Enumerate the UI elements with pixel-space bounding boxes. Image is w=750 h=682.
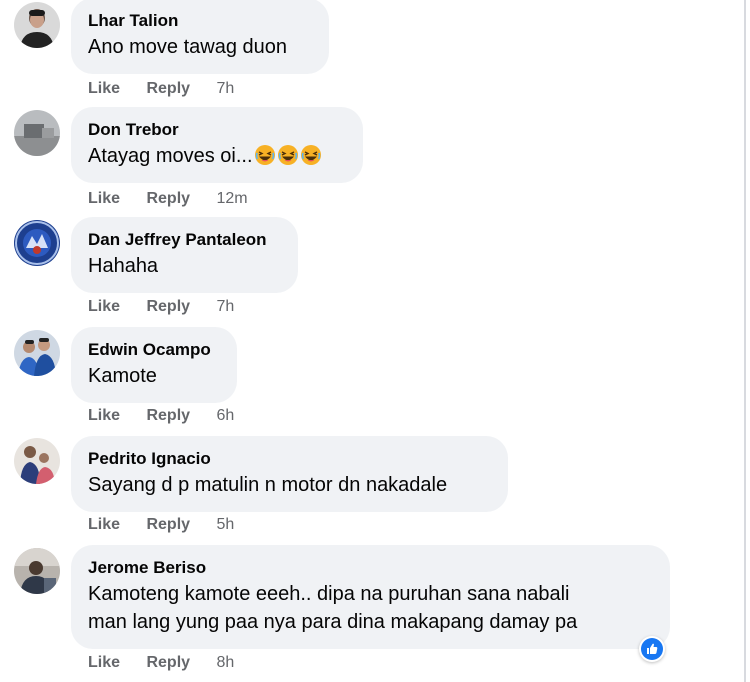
- avatar[interactable]: [14, 220, 60, 266]
- laughing-emoji-icon: [254, 145, 275, 165]
- like-button[interactable]: Like: [88, 654, 120, 671]
- like-button[interactable]: Like: [88, 298, 120, 315]
- comment-actions: Like Reply 7h: [88, 80, 234, 98]
- reply-button[interactable]: Reply: [146, 516, 190, 533]
- comment-text: Ano move tawag duon: [88, 36, 288, 58]
- comment-text-line: Kamoteng kamote eeeh.. dipa na puruhan s…: [88, 583, 570, 605]
- comment-actions: Like Reply 8h: [88, 654, 234, 672]
- comment-author[interactable]: Lhar Talion: [88, 11, 312, 31]
- avatar[interactable]: [14, 548, 60, 594]
- laughing-emoji-icon: [277, 145, 298, 165]
- like-button[interactable]: Like: [88, 407, 120, 424]
- reply-button[interactable]: Reply: [146, 80, 190, 97]
- comment-timestamp[interactable]: 6h: [217, 407, 235, 424]
- comment-author[interactable]: Jerome Beriso: [88, 558, 653, 578]
- avatar[interactable]: [14, 110, 60, 156]
- reply-button[interactable]: Reply: [146, 190, 190, 207]
- comment-text: Sayang d p matulin n motor dn nakadale: [88, 474, 448, 496]
- comment-author[interactable]: Edwin Ocampo: [88, 340, 220, 360]
- comment-actions: Like Reply 5h: [88, 516, 234, 534]
- comment-timestamp[interactable]: 7h: [217, 298, 235, 315]
- comment-bubble: Pedrito Ignacio Sayang d p matulin n mot…: [71, 436, 508, 512]
- avatar[interactable]: [14, 438, 60, 484]
- comment-bubble: Don Trebor Atayag moves oi...: [71, 107, 363, 183]
- avatar[interactable]: [14, 330, 60, 376]
- comment-bubble: Lhar Talion Ano move tawag duon: [71, 0, 329, 74]
- comment-timestamp[interactable]: 5h: [217, 516, 235, 533]
- reaction-count[interactable]: [639, 636, 665, 662]
- comment-actions: Like Reply 12m: [88, 190, 248, 208]
- reply-button[interactable]: Reply: [146, 298, 190, 315]
- comment-author[interactable]: Don Trebor: [88, 120, 346, 140]
- comment-actions: Like Reply 6h: [88, 407, 234, 425]
- comment-bubble: Jerome Beriso Kamoteng kamote eeeh.. dip…: [71, 545, 670, 649]
- comment-text: Kamote: [88, 365, 157, 387]
- comment-author[interactable]: Dan Jeffrey Pantaleon: [88, 230, 281, 250]
- comment-bubble: Dan Jeffrey Pantaleon Hahaha: [71, 217, 298, 293]
- comments-panel: Lhar Talion Ano move tawag duon Like Rep…: [0, 0, 750, 682]
- comment-timestamp[interactable]: 12m: [217, 190, 248, 207]
- comment-text: Atayag moves oi...: [88, 142, 346, 170]
- comment-actions: Like Reply 7h: [88, 298, 234, 316]
- reply-button[interactable]: Reply: [146, 654, 190, 671]
- reply-button[interactable]: Reply: [146, 407, 190, 424]
- like-button[interactable]: Like: [88, 190, 120, 207]
- laughing-emoji-icon: [300, 145, 321, 165]
- like-button[interactable]: Like: [88, 516, 120, 533]
- like-button[interactable]: Like: [88, 80, 120, 97]
- panel-scroll-edge: [744, 0, 746, 682]
- comment-timestamp[interactable]: 7h: [217, 80, 235, 97]
- comment-text-line: man lang yung paa nya para dina makapang…: [88, 611, 578, 633]
- comment-text: Hahaha: [88, 255, 159, 277]
- comment-bubble: Edwin Ocampo Kamote: [71, 327, 237, 403]
- comment-timestamp[interactable]: 8h: [217, 654, 235, 671]
- avatar[interactable]: [14, 2, 60, 48]
- like-reaction-icon: [641, 638, 663, 660]
- comment-author[interactable]: Pedrito Ignacio: [88, 449, 491, 469]
